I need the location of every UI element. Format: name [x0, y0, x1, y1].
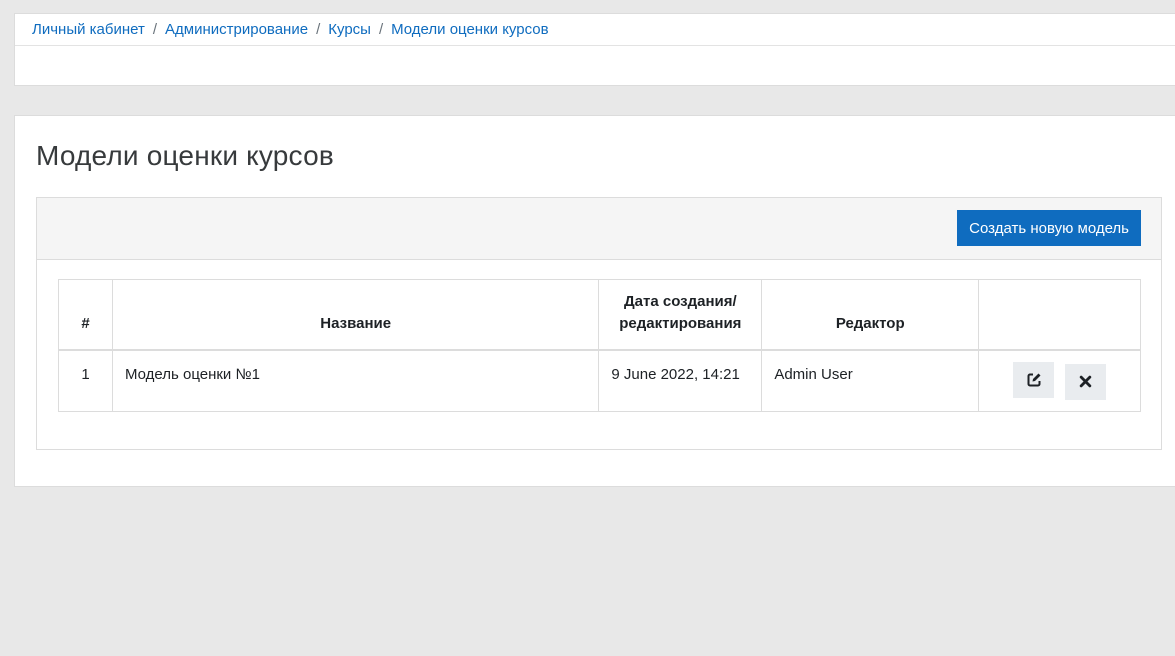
models-table: # Название Дата создания/ редактирования…	[58, 279, 1141, 412]
breadcrumb-item-courses[interactable]: Курсы	[328, 21, 371, 38]
page-title: Модели оценки курсов	[36, 140, 334, 171]
panel-toolbar: Создать новую модель	[37, 198, 1161, 260]
edit-button[interactable]	[1013, 362, 1055, 398]
breadcrumb-separator: /	[152, 21, 158, 38]
table-row: 1 Модель оценки №1 9 June 2022, 14:21 Ad…	[58, 349, 1141, 412]
breadcrumb-separator: /	[378, 21, 384, 38]
table-header-row: # Название Дата создания/ редактирования…	[58, 279, 1141, 351]
close-icon	[1079, 375, 1091, 388]
breadcrumb-item-dashboard[interactable]: Личный кабинет	[32, 21, 145, 38]
column-header-number: #	[58, 279, 113, 351]
breadcrumb: Личный кабинет / Администрирование / Кур…	[15, 14, 1175, 46]
column-header-date-line2: редактирования	[619, 314, 742, 332]
column-header-date: Дата создания/ редактирования	[598, 279, 763, 351]
column-header-date-line1: Дата создания/	[623, 292, 737, 310]
breadcrumb-item-course-models[interactable]: Модели оценки курсов	[391, 21, 548, 38]
models-table-wrap: # Название Дата создания/ редактирования…	[58, 279, 1141, 412]
row-number: 1	[58, 349, 113, 412]
create-model-button[interactable]: Создать новую модель	[957, 210, 1141, 246]
delete-button[interactable]	[1064, 363, 1106, 400]
row-name: Модель оценки №1	[111, 349, 600, 412]
row-actions	[978, 349, 1141, 412]
column-header-editor: Редактор	[761, 279, 980, 351]
breadcrumb-separator: /	[316, 21, 321, 38]
edit-icon	[1027, 373, 1041, 387]
column-header-name: Название	[111, 279, 600, 351]
models-panel: Создать новую модель # Название Дата соз…	[36, 197, 1162, 450]
header-card: Личный кабинет / Администрирование / Кур…	[14, 13, 1175, 86]
row-date: 9 June 2022, 14:21	[598, 349, 763, 412]
row-editor: Admin User	[761, 349, 980, 412]
breadcrumb-item-administration[interactable]: Администрирование	[165, 21, 308, 38]
main-card: Модели оценки курсов Создать новую модел…	[14, 115, 1175, 487]
column-header-actions	[978, 279, 1141, 351]
